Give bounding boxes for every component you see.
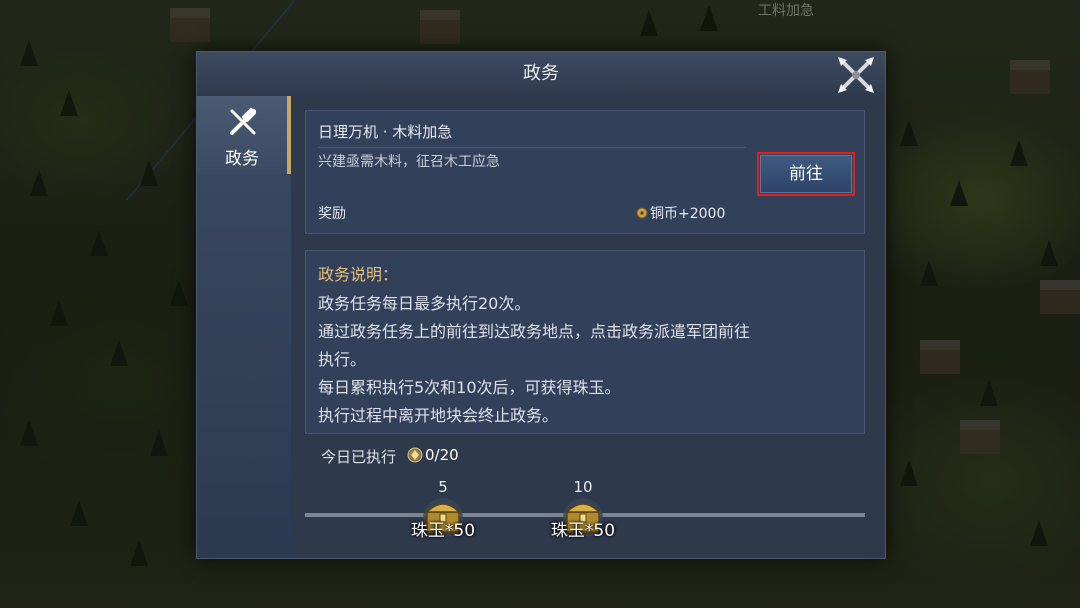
divider: [318, 147, 746, 148]
task-title: 日理万机 · 木料加急: [318, 123, 453, 141]
rules-line: 执行。: [318, 350, 367, 369]
tab-affairs[interactable]: 政务: [197, 96, 291, 174]
close-button[interactable]: [835, 54, 877, 96]
tab-affairs-label: 政务: [225, 149, 259, 169]
quill-scroll-icon: [230, 108, 256, 135]
dialog-title: 政务: [523, 63, 559, 84]
progress-count: 0/20: [425, 446, 459, 464]
sidebar: 政务: [197, 96, 292, 558]
close-crossed-blades-icon: [838, 57, 874, 93]
milestone-reward: 珠玉*50: [410, 521, 476, 541]
rules-line: 通过政务任务上的前往到达政务地点，点击政务派遣军团前往: [318, 322, 751, 341]
affairs-dialog: 政务 政务 日理万机 · 木料加急 兴建亟需木料，征召木工应急 前往 奖励 铜币…: [196, 51, 886, 559]
copper-coin-icon: [636, 207, 648, 219]
milestone-10: 10 珠玉*50: [543, 478, 623, 558]
rules-heading: 政务说明：: [318, 265, 399, 284]
milestone-reward: 珠玉*50: [550, 521, 616, 541]
reward-value: 铜币+2000: [650, 206, 726, 222]
gem-icon: [407, 447, 423, 463]
content-panel: 日理万机 · 木料加急 兴建亟需木料，征召木工应急 前往 奖励 铜币+2000 …: [291, 96, 885, 558]
rules-card: 政务说明： 政务任务每日最多执行20次。 通过政务任务上的前往到达政务地点，点击…: [305, 250, 865, 434]
rules-line: 政务任务每日最多执行20次。: [318, 294, 531, 313]
progress-label: 今日已执行: [321, 448, 397, 466]
rules-line: 每日累积执行5次和10次后，可获得珠玉。: [318, 378, 621, 397]
map-location-label: 工料加急: [758, 3, 814, 19]
dialog-header: 政务: [197, 52, 885, 97]
rules-line: 执行过程中离开地块会终止政务。: [318, 406, 559, 425]
task-description: 兴建亟需木料，征召木工应急: [318, 154, 500, 170]
reward-label: 奖励: [318, 206, 346, 222]
go-button[interactable]: 前往: [757, 152, 855, 196]
task-card: 日理万机 · 木料加急 兴建亟需木料，征召木工应急 前往 奖励 铜币+2000: [305, 110, 865, 234]
milestone-5: 5 珠玉*50: [403, 478, 483, 558]
